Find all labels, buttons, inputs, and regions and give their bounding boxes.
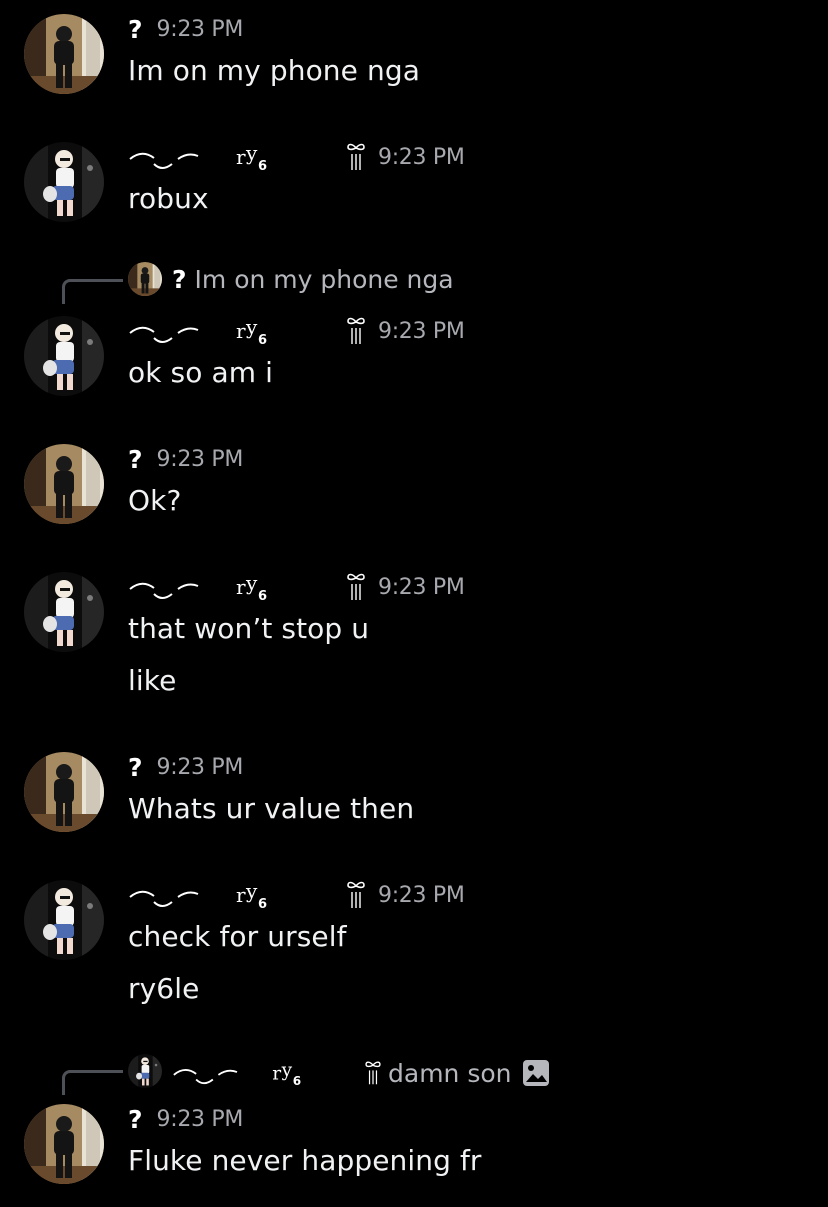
message-header: ry6 9:23 PM — [128, 878, 465, 912]
avatar-dark-figure-icon — [24, 14, 104, 94]
reply-snippet: Im on my phone nga — [194, 264, 454, 294]
avatar[interactable] — [24, 444, 104, 524]
reply-username: ? — [172, 264, 187, 294]
message-header: ry6 9:23 PM — [128, 570, 465, 604]
avatar[interactable] — [24, 572, 104, 652]
username[interactable]: ? — [128, 445, 143, 474]
avatar-blonde-figure-icon — [24, 316, 104, 396]
message-header: ? 9:23 PM — [128, 12, 243, 46]
message-text: Im on my phone nga — [128, 54, 420, 87]
message-text: Ok? — [128, 484, 182, 517]
avatar[interactable] — [24, 316, 104, 396]
decorated-username[interactable] — [128, 878, 268, 912]
avatar-dark-figure-icon — [24, 752, 104, 832]
avatar-dark-figure-icon — [24, 444, 104, 524]
message-text: Whats ur value then — [128, 792, 415, 825]
username[interactable]: ? — [128, 15, 143, 44]
timestamp: 9:23 PM — [156, 446, 244, 472]
message-header: ? 9:23 PM — [128, 1102, 243, 1136]
timestamp: 9:23 PM — [156, 754, 244, 780]
message-text: ry6le — [128, 972, 200, 1005]
decorated-username[interactable] — [128, 314, 268, 348]
reply-snippet: damn son — [388, 1058, 512, 1088]
message-text: check for urself — [128, 920, 347, 953]
bow-badge-icon — [346, 572, 366, 602]
reply-avatar — [128, 262, 162, 296]
bow-badge-icon — [346, 316, 366, 346]
avatar-blonde-figure-icon — [24, 142, 104, 222]
reply-spine — [62, 279, 123, 304]
message-text: that won’t stop u — [128, 612, 370, 645]
reply-preview: ? Im on my phone nga — [172, 262, 454, 296]
message-header: ry6 9:23 PM — [128, 314, 465, 348]
avatar-dark-figure-icon — [128, 262, 162, 296]
timestamp: 9:23 PM — [378, 144, 465, 170]
reply-preview: ry6 damn son — [172, 1056, 550, 1090]
avatar-blonde-figure-icon — [24, 880, 104, 960]
avatar[interactable] — [24, 14, 104, 94]
timestamp: 9:23 PM — [378, 882, 465, 908]
bow-badge-icon — [346, 880, 366, 910]
avatar[interactable] — [24, 752, 104, 832]
message-text: Fluke never happening fr — [128, 1144, 482, 1177]
message-header: ry6 9:23 PM — [128, 140, 465, 174]
reply-reference[interactable]: ? Im on my phone nga — [0, 262, 828, 304]
decorated-username[interactable] — [128, 570, 268, 604]
timestamp: 9:23 PM — [156, 16, 244, 42]
username[interactable]: ? — [128, 1105, 143, 1134]
timestamp: 9:23 PM — [378, 574, 465, 600]
decorated-username — [172, 1057, 302, 1089]
avatar-dark-figure-icon — [24, 1104, 104, 1184]
username[interactable]: ? — [128, 753, 143, 782]
message-header: ? 9:23 PM — [128, 750, 243, 784]
bow-badge-icon — [364, 1060, 382, 1086]
reply-reference[interactable]: ry6 damn son — [0, 1054, 828, 1095]
reply-avatar — [128, 1054, 162, 1088]
message-header: ? 9:23 PM — [128, 442, 243, 476]
avatar-blonde-figure-icon — [24, 572, 104, 652]
message-text: like — [128, 664, 177, 697]
timestamp: 9:23 PM — [156, 1106, 244, 1132]
bow-badge-icon — [346, 142, 366, 172]
decorated-username[interactable] — [128, 140, 268, 174]
avatar[interactable] — [24, 1104, 104, 1184]
image-icon — [522, 1060, 549, 1086]
avatar[interactable] — [24, 142, 104, 222]
message-text: ok so am i — [128, 356, 273, 389]
timestamp: 9:23 PM — [378, 318, 465, 344]
reply-spine — [62, 1070, 123, 1095]
avatar-blonde-figure-icon — [128, 1054, 162, 1088]
avatar[interactable] — [24, 880, 104, 960]
message-text: robux — [128, 182, 209, 215]
